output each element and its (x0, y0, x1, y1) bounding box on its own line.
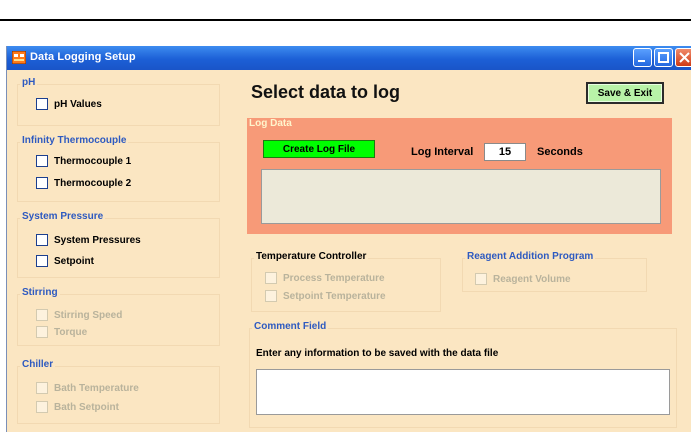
checkbox-box[interactable] (36, 401, 48, 413)
close-icon[interactable] (675, 48, 691, 67)
temperature-controller-title: Temperature Controller (254, 251, 369, 262)
log-interval-label: Log Interval (411, 146, 474, 158)
bath-temperature-checkbox[interactable]: Bath Temperature (36, 382, 139, 394)
comment-textarea[interactable] (256, 369, 670, 415)
torque-checkbox[interactable]: Torque (36, 326, 87, 338)
log-interval-units: Seconds (537, 146, 583, 158)
minimize-icon[interactable] (633, 48, 652, 67)
data-logging-setup-window: Data Logging Setup pH pH Values Infinity… (6, 46, 691, 432)
bath-setpoint-checkbox[interactable]: Bath Setpoint (36, 401, 119, 413)
checkbox-label: Bath Setpoint (54, 401, 119, 413)
ph-values-checkbox[interactable]: pH Values (36, 98, 102, 110)
setpoint-checkbox[interactable]: Setpoint (36, 255, 94, 267)
window-title: Data Logging Setup (30, 51, 136, 63)
comment-field-group: Comment Field Enter any information to b… (249, 321, 677, 428)
checkbox-label: Setpoint (54, 255, 94, 267)
checkbox-label: System Pressures (54, 234, 141, 246)
temperature-controller-group: Temperature Controller Process Temperatu… (251, 251, 441, 312)
checkbox-label: Process Temperature (283, 272, 385, 284)
create-log-file-button[interactable]: Create Log File (263, 140, 375, 158)
system-pressure-group-title: System Pressure (20, 211, 106, 222)
checkbox-label: Setpoint Temperature (283, 290, 386, 302)
system-pressures-checkbox[interactable]: System Pressures (36, 234, 141, 246)
stirring-group-title: Stirring (20, 287, 60, 298)
checkbox-label: Torque (54, 326, 88, 338)
checkbox-box[interactable] (36, 382, 48, 394)
checkbox-box[interactable] (265, 272, 277, 284)
thermocouple-group: Infinity Thermocouple Thermocouple 1 The… (17, 135, 220, 202)
thermocouple-1-checkbox[interactable]: Thermocouple 1 (36, 155, 131, 167)
setpoint-temperature-checkbox[interactable]: Setpoint Temperature (265, 290, 386, 302)
document-top-rule (0, 19, 691, 21)
thermocouple-2-checkbox[interactable]: Thermocouple 2 (36, 177, 131, 189)
thermocouple-group-title: Infinity Thermocouple (20, 135, 129, 146)
checkbox-label: Thermocouple 1 (54, 155, 132, 167)
comment-prompt: Enter any information to be saved with t… (256, 348, 499, 359)
checkbox-box[interactable] (36, 255, 48, 267)
save-and-exit-button[interactable]: Save & Exit (586, 82, 664, 104)
checkbox-box[interactable] (36, 234, 48, 246)
system-pressure-group: System Pressure System Pressures Setpoin… (17, 211, 220, 278)
reagent-addition-group: Reagent Addition Program Reagent Volume (462, 251, 647, 292)
log-interval-input[interactable]: 15 (484, 143, 526, 161)
window-titlebar: Data Logging Setup (7, 46, 691, 70)
checkbox-label: Stirring Speed (54, 309, 123, 321)
log-output-area[interactable] (261, 169, 661, 224)
stirring-speed-checkbox[interactable]: Stirring Speed (36, 309, 122, 321)
checkbox-box[interactable] (36, 98, 48, 110)
stirring-group: Stirring Stirring Speed Torque (17, 287, 220, 346)
chiller-group: Chiller Bath Temperature Bath Setpoint (17, 359, 220, 424)
page-title: Select data to log (251, 82, 401, 102)
checkbox-box[interactable] (36, 155, 48, 167)
log-data-panel: Log Data Log Interval 15 Seconds (247, 118, 672, 234)
reagent-addition-title: Reagent Addition Program (465, 251, 596, 262)
reagent-volume-checkbox[interactable]: Reagent Volume (475, 273, 571, 285)
checkbox-label: Reagent Volume (493, 273, 571, 285)
checkbox-box[interactable] (36, 326, 48, 338)
chiller-group-title: Chiller (20, 359, 56, 370)
log-data-title: Log Data (249, 118, 292, 129)
process-temperature-checkbox[interactable]: Process Temperature (265, 272, 385, 284)
checkbox-label: pH Values (54, 98, 102, 110)
checkbox-label: Bath Temperature (54, 382, 139, 394)
maximize-icon[interactable] (654, 48, 673, 67)
data-logging-app-icon (12, 51, 26, 64)
checkbox-box[interactable] (265, 290, 277, 302)
checkbox-label: Thermocouple 2 (54, 177, 132, 189)
checkbox-box[interactable] (36, 177, 48, 189)
ph-group: pH pH Values (17, 77, 220, 126)
checkbox-box[interactable] (36, 309, 48, 321)
comment-field-title: Comment Field (252, 321, 329, 332)
ph-group-title: pH (20, 77, 38, 88)
checkbox-box[interactable] (475, 273, 487, 285)
